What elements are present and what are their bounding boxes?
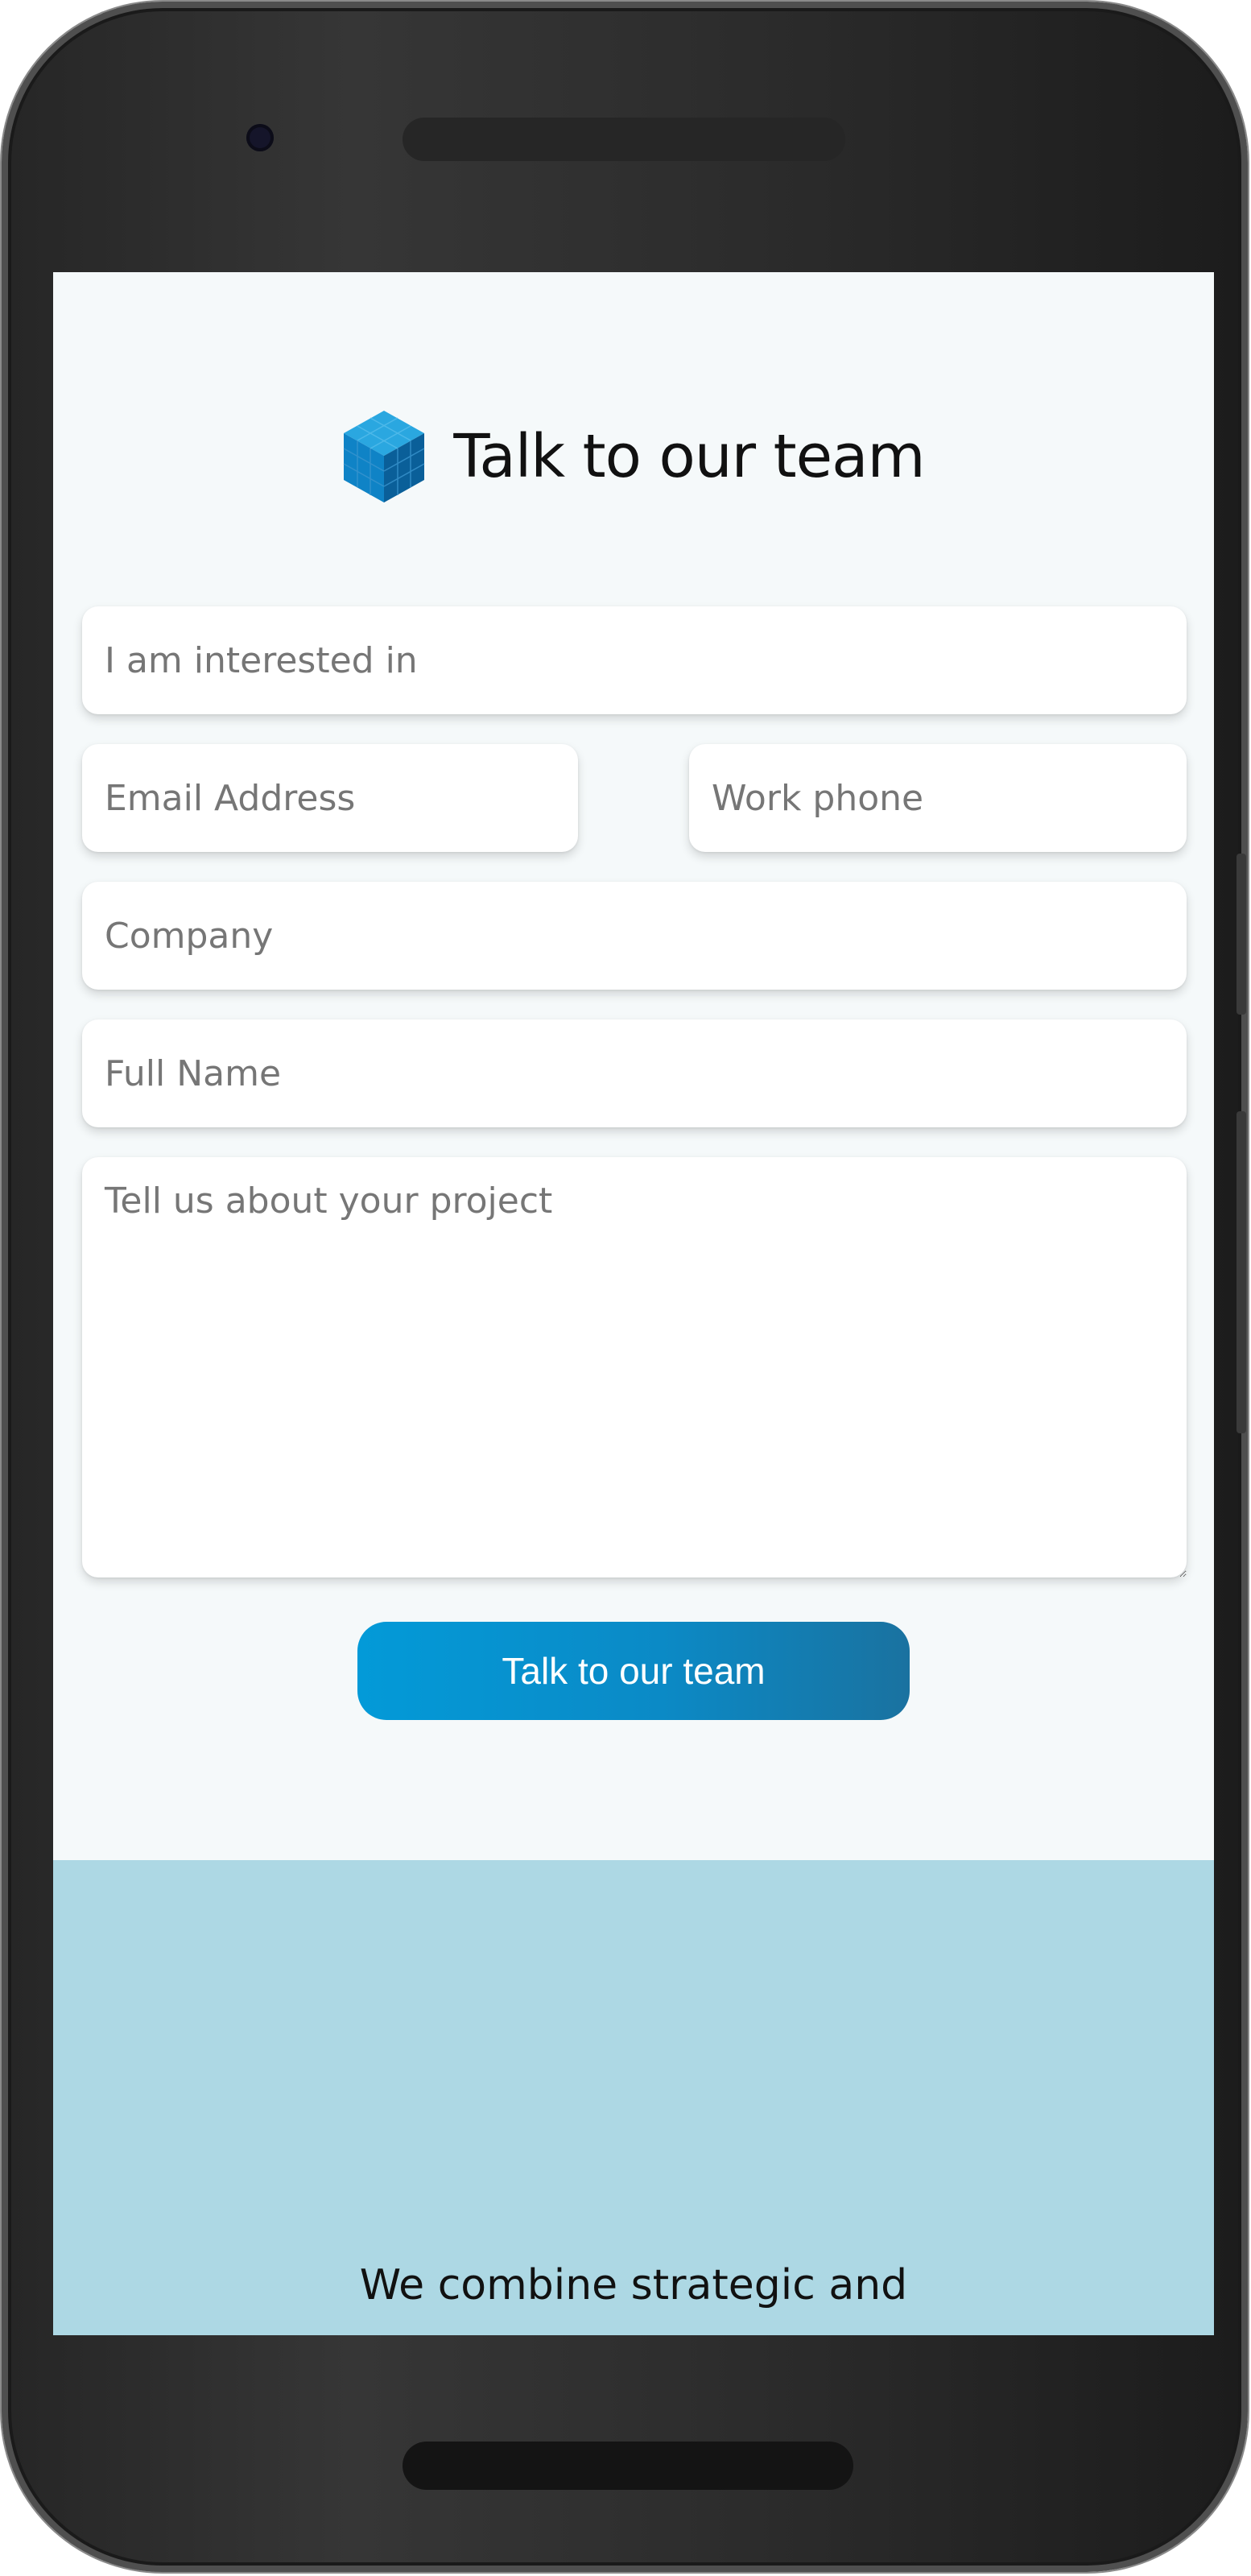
cube-icon [344, 411, 425, 502]
page-title: Talk to our team [453, 422, 925, 491]
company-field[interactable] [82, 882, 1187, 990]
tagline-text: We combine strategic and [359, 2261, 908, 2309]
email-field[interactable] [82, 744, 578, 852]
full-name-field[interactable] [82, 1019, 1187, 1127]
earpiece-speaker [403, 118, 845, 161]
project-description-textarea[interactable] [82, 1157, 1187, 1577]
interest-select-field[interactable] [82, 606, 1187, 714]
form-header: Talk to our team [53, 409, 1214, 504]
volume-button [1237, 854, 1246, 1015]
talk-to-team-button[interactable]: Talk to our team [357, 1622, 910, 1720]
bottom-speaker [403, 2442, 853, 2490]
front-camera [246, 124, 274, 151]
screen: Talk to our team Talk to our team We com… [53, 272, 1214, 2335]
power-button [1237, 1111, 1246, 1433]
phone-frame: Talk to our team Talk to our team We com… [2, 2, 1248, 2572]
info-section: We combine strategic and [53, 1860, 1214, 2335]
work-phone-field[interactable] [689, 744, 1187, 852]
